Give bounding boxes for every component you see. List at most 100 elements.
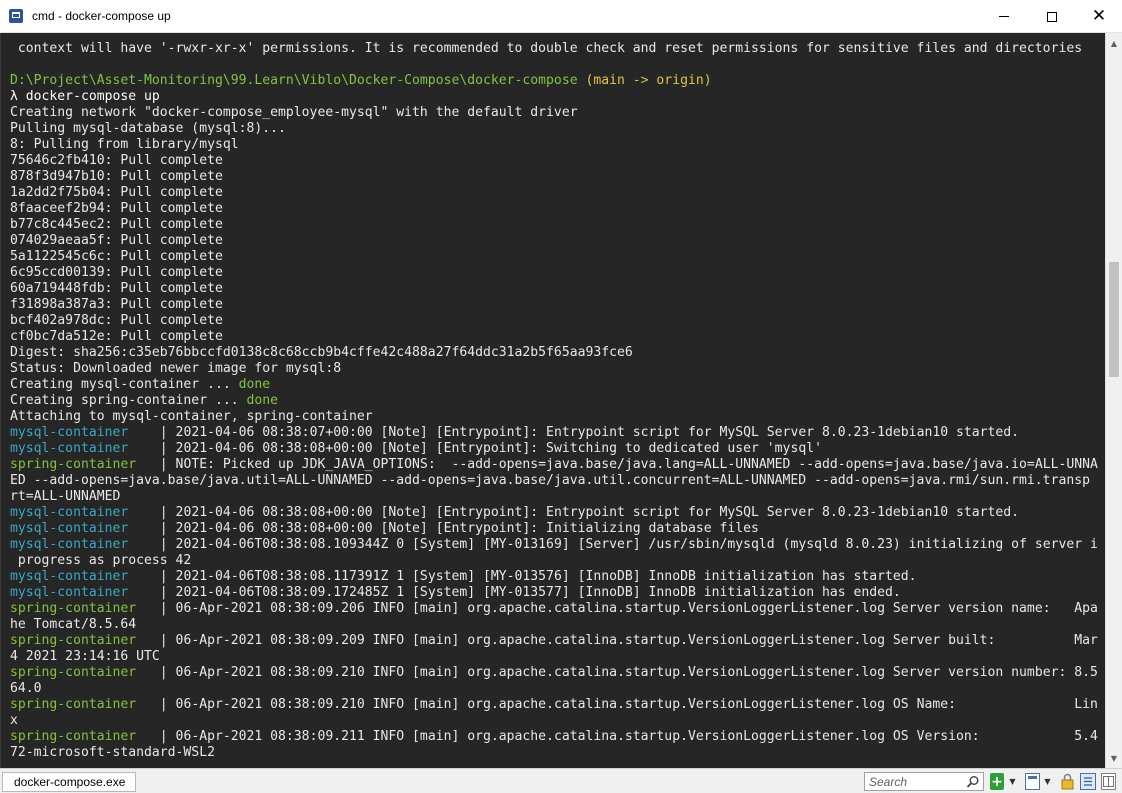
console-line: mysql-container | 2021-04-06T08:38:09.17… [10,585,901,601]
console-text: he Tomcat/8.5.64 [10,617,137,632]
console-line: 5a1122545c6c: Pull complete [10,249,223,265]
app-icon[interactable] [9,9,23,23]
console-text: | 2021-04-06 08:38:08+00:00 [Note] [Entr… [151,441,822,456]
console-line: spring-container | 06-Apr-2021 08:38:09.… [10,665,1098,681]
console-text: mysql-container [10,569,152,584]
console-output[interactable]: context will have '-rwxr-xr-x' permissio… [0,33,1105,768]
console-text: | 06-Apr-2021 08:38:09.209 INFO [main] o… [151,633,1098,648]
lock-icon[interactable] [1061,773,1074,790]
console-text: 72-microsoft-standard-WSL2 [10,745,215,760]
console-text: done [238,377,271,392]
close-button[interactable]: ✕ [1076,0,1122,33]
console-line: rt=ALL-UNNAMED [10,489,120,505]
console-line: context will have '-rwxr-xr-x' permissio… [10,41,1082,57]
console-line: he Tomcat/8.5.64 [10,617,136,633]
console-text: b77c8c445ec2: Pull complete [10,217,223,232]
console-text: 64.0 [10,681,42,696]
dropdown-icon[interactable]: ▼ [1043,773,1052,790]
console-text: D:\Project\Asset-Monitoring\99.Learn\Vib… [10,73,578,88]
close-icon: ✕ [1091,6,1107,26]
console-text: Digest: sha256:c35eb76bbccfd0138c8c68ccb… [10,345,633,360]
console-line: D:\Project\Asset-Monitoring\99.Learn\Vib… [10,73,712,89]
console-text: 074029aeaa5f: Pull complete [10,233,223,248]
console-text: Attaching to mysql-container, spring-con… [10,409,373,424]
console-line: 4 2021 23:14:16 UTC [10,649,160,665]
console-text: mysql-container [10,441,152,456]
console-text: mysql-container [10,585,152,600]
search-input[interactable] [865,773,973,790]
console-line: spring-container | 06-Apr-2021 08:38:09.… [10,697,1098,713]
console-text: 878f3d947b10: Pull complete [10,169,223,184]
console-line: x [10,713,18,729]
console-line: spring-container | 06-Apr-2021 08:38:09.… [10,601,1098,617]
console-text: | 06-Apr-2021 08:38:09.211 INFO [main] o… [151,729,1098,744]
dropdown-icon[interactable]: ▼ [1008,773,1017,790]
layout-icon[interactable] [1101,773,1116,790]
console-text: | 06-Apr-2021 08:38:09.206 INFO [main] o… [151,601,1098,616]
search-box[interactable] [864,772,984,791]
console-text: spring-container [10,697,152,712]
minimize-icon [999,16,1009,17]
title-bar[interactable]: cmd - docker-compose up ✕ [0,0,1122,33]
maximize-button[interactable] [1029,0,1075,33]
console-line: 60a719448fdb: Pull complete [10,281,223,297]
console-line: 75646c2fb410: Pull complete [10,153,223,169]
console-text: | 2021-04-06 08:38:08+00:00 [Note] [Entr… [151,521,759,536]
console-text: done [246,393,279,408]
console-text: Creating spring-container ... [10,393,247,408]
scroll-thumb[interactable] [1109,262,1119,377]
console-text: mysql-container [10,505,152,520]
console-text: | 2021-04-06T08:38:08.109344Z 0 [System]… [151,537,1098,552]
console-text: mysql-container [10,425,152,440]
console-text: x [10,713,18,728]
console-line: 074029aeaa5f: Pull complete [10,233,223,249]
console-text: | 2021-04-06 08:38:08+00:00 [Note] [Entr… [151,505,1020,520]
maximize-icon [1047,11,1057,22]
console-line: Pulling mysql-database (mysql:8)... [10,121,286,137]
console-line: Creating spring-container ... done [10,393,278,409]
console-text: | 2021-04-06T08:38:09.172485Z 1 [System]… [151,585,901,600]
console-line: Attaching to mysql-container, spring-con… [10,409,373,425]
minimize-button[interactable] [981,0,1027,33]
console-text: Pulling mysql-database (mysql:8)... [10,121,286,136]
vertical-scrollbar[interactable]: ▲ ▼ [1105,33,1122,768]
console-tab[interactable]: docker-compose.exe [2,772,136,792]
console-text: f31898a387a3: Pull complete [10,297,223,312]
console-text: context will have '-rwxr-xr-x' permissio… [10,41,1083,56]
console-text: ED --add-opens=java.base/java.util=ALL-U… [10,473,1090,488]
console-text: Creating network "docker-compose_employe… [10,105,578,120]
new-tab-icon[interactable]: + [990,773,1004,790]
console-line: b77c8c445ec2: Pull complete [10,217,223,233]
console-line: f31898a387a3: Pull complete [10,297,223,313]
console-line: 8faaceef2b94: Pull complete [10,201,223,217]
console-line: 1a2dd2f75b04: Pull complete [10,185,223,201]
console-text: bcf402a978dc: Pull complete [10,313,223,328]
console-text: rt=ALL-UNNAMED [10,489,121,504]
scroll-down-icon[interactable]: ▼ [1106,750,1122,766]
view-icon[interactable] [1025,773,1040,790]
console-line: bcf402a978dc: Pull complete [10,313,223,329]
console-text: | 06-Apr-2021 08:38:09.210 INFO [main] o… [151,665,1098,680]
console-text: | NOTE: Picked up JDK_JAVA_OPTIONS: --ad… [151,457,1098,472]
menu-lines-icon [1084,777,1092,786]
console-text: spring-container [10,601,152,616]
console-text: 75646c2fb410: Pull complete [10,153,223,168]
console-line: spring-container | NOTE: Picked up JDK_J… [10,457,1098,473]
console-text: spring-container [10,729,152,744]
search-icon[interactable] [966,775,980,789]
menu-icon[interactable] [1080,773,1096,790]
console-line: ED --add-opens=java.base/java.util=ALL-U… [10,473,1090,489]
console-line: Creating mysql-container ... done [10,377,270,393]
console-text: 8: Pulling from library/mysql [10,137,239,152]
console-line: 72-microsoft-standard-WSL2 [10,745,215,761]
console-line: mysql-container | 2021-04-06T08:38:08.11… [10,569,917,585]
console-text: spring-container [10,457,152,472]
console-text: | 06-Apr-2021 08:38:09.210 INFO [main] o… [151,697,1098,712]
console-line: mysql-container | 2021-04-06T08:38:08.10… [10,537,1098,553]
console-line: cf0bc7da512e: Pull complete [10,329,223,345]
console-line: mysql-container | 2021-04-06 08:38:08+00… [10,441,822,457]
scroll-up-icon[interactable]: ▲ [1106,35,1122,51]
console-line: mysql-container | 2021-04-06 08:38:08+00… [10,521,759,537]
window-title: cmd - docker-compose up [32,9,171,23]
console-text: 5a1122545c6c: Pull complete [10,249,223,264]
